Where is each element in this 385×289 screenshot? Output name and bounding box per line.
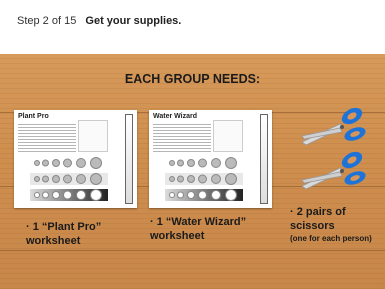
supplies-board: EACH GROUP NEEDS: Plant Pro Water Wizard… bbox=[0, 54, 385, 289]
plant-pro-worksheet-image: Plant Pro bbox=[14, 110, 137, 208]
worksheet-rows bbox=[18, 156, 108, 204]
item-label: 1 “Plant Pro” worksheet bbox=[26, 221, 102, 247]
item-label: 2 pairs of scissors bbox=[290, 206, 346, 232]
step-number: Step 2 of 15 bbox=[17, 15, 77, 27]
item-water-wizard: · 1 “Water Wizard” worksheet bbox=[150, 216, 278, 244]
bullet-glyph: · bbox=[26, 221, 30, 233]
worksheet-text-lines bbox=[18, 122, 76, 152]
worksheet-row bbox=[153, 156, 243, 170]
bullet-glyph: · bbox=[150, 216, 154, 228]
step-header: Step 2 of 15 Get your supplies. bbox=[0, 0, 385, 50]
worksheet-scale bbox=[125, 114, 133, 204]
item-note: (one for each person) bbox=[290, 233, 372, 243]
worksheet-rows bbox=[153, 156, 243, 204]
step-label: Step 2 of 15 Get your supplies. bbox=[17, 15, 181, 27]
scissors-icon bbox=[300, 106, 370, 153]
worksheet-row bbox=[18, 156, 108, 170]
wood-seam bbox=[0, 250, 385, 251]
item-label: 1 “Water Wizard” worksheet bbox=[150, 216, 247, 242]
worksheet-illustration bbox=[78, 120, 108, 152]
worksheet-row bbox=[153, 188, 243, 202]
worksheet-scale bbox=[260, 114, 268, 204]
step-title: Get your supplies. bbox=[85, 15, 182, 27]
worksheet-illustration bbox=[213, 120, 243, 152]
worksheet-title: Water Wizard bbox=[153, 113, 198, 120]
scissors-icon bbox=[300, 150, 370, 197]
worksheet-row bbox=[18, 188, 108, 202]
worksheet-text-lines bbox=[153, 122, 211, 152]
worksheet-title: Plant Pro bbox=[18, 113, 49, 120]
lesson-slide: Step 2 of 15 Get your supplies. EACH GRO… bbox=[0, 0, 385, 289]
bullet-glyph: · bbox=[290, 206, 294, 218]
water-wizard-worksheet-image: Water Wizard bbox=[149, 110, 272, 208]
item-plant-pro: · 1 “Plant Pro” worksheet bbox=[26, 221, 138, 249]
item-scissors: · 2 pairs of scissors (one for each pers… bbox=[290, 206, 380, 244]
worksheet-row bbox=[153, 172, 243, 186]
group-needs-heading: EACH GROUP NEEDS: bbox=[124, 72, 261, 86]
worksheet-row bbox=[18, 172, 108, 186]
